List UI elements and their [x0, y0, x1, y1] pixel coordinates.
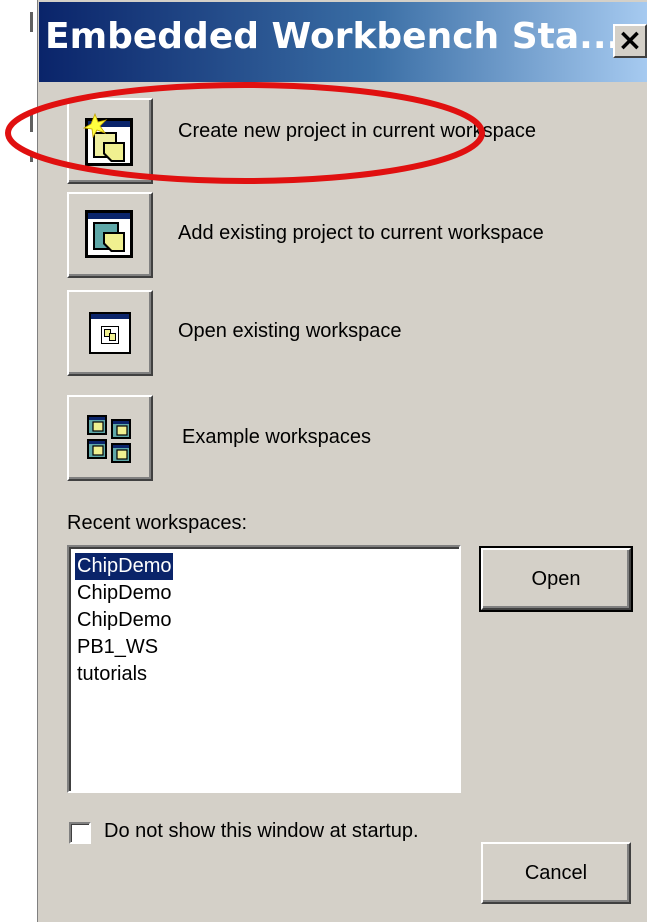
- close-icon: ×: [617, 23, 643, 58]
- window-title: Embedded Workbench Sta...: [45, 16, 621, 57]
- add-existing-project-button[interactable]: [67, 192, 153, 278]
- cancel-button[interactable]: Cancel: [481, 842, 631, 904]
- open-workspace-button[interactable]: [67, 290, 153, 376]
- startup-checkbox-label: Do not show this window at startup.: [104, 820, 419, 842]
- background-edge-mark: [30, 152, 33, 162]
- recent-workspaces-list[interactable]: ChipDemo ChipDemo ChipDemo PB1_WS tutori…: [67, 545, 461, 793]
- list-item[interactable]: tutorials: [75, 661, 149, 688]
- recent-workspaces-label: Recent workspaces:: [67, 512, 248, 534]
- create-new-project-label: Create new project in current workspace: [178, 120, 536, 142]
- add-project-icon: [85, 210, 133, 258]
- example-workspaces-label: Example workspaces: [182, 426, 371, 448]
- add-existing-project-label: Add existing project to current workspac…: [178, 222, 544, 244]
- title-bar[interactable]: Embedded Workbench Sta... ×: [39, 2, 647, 82]
- open-button[interactable]: Open: [479, 546, 633, 612]
- background-left-strip: [0, 0, 36, 922]
- list-item[interactable]: PB1_WS: [75, 634, 160, 661]
- background-edge-mark: [30, 12, 33, 32]
- example-workspaces-button[interactable]: [67, 395, 153, 481]
- close-button[interactable]: ×: [613, 24, 647, 58]
- background-edge-mark: [30, 112, 33, 132]
- example-workspaces-icon: [87, 415, 131, 463]
- create-new-project-button[interactable]: [67, 98, 153, 184]
- new-project-icon: [82, 112, 133, 166]
- list-item[interactable]: ChipDemo: [75, 607, 173, 634]
- list-item[interactable]: ChipDemo: [75, 580, 173, 607]
- open-workspace-icon: [89, 312, 131, 354]
- startup-checkbox[interactable]: [69, 822, 91, 844]
- open-workspace-label: Open existing workspace: [178, 320, 402, 342]
- list-item[interactable]: ChipDemo: [73, 552, 175, 581]
